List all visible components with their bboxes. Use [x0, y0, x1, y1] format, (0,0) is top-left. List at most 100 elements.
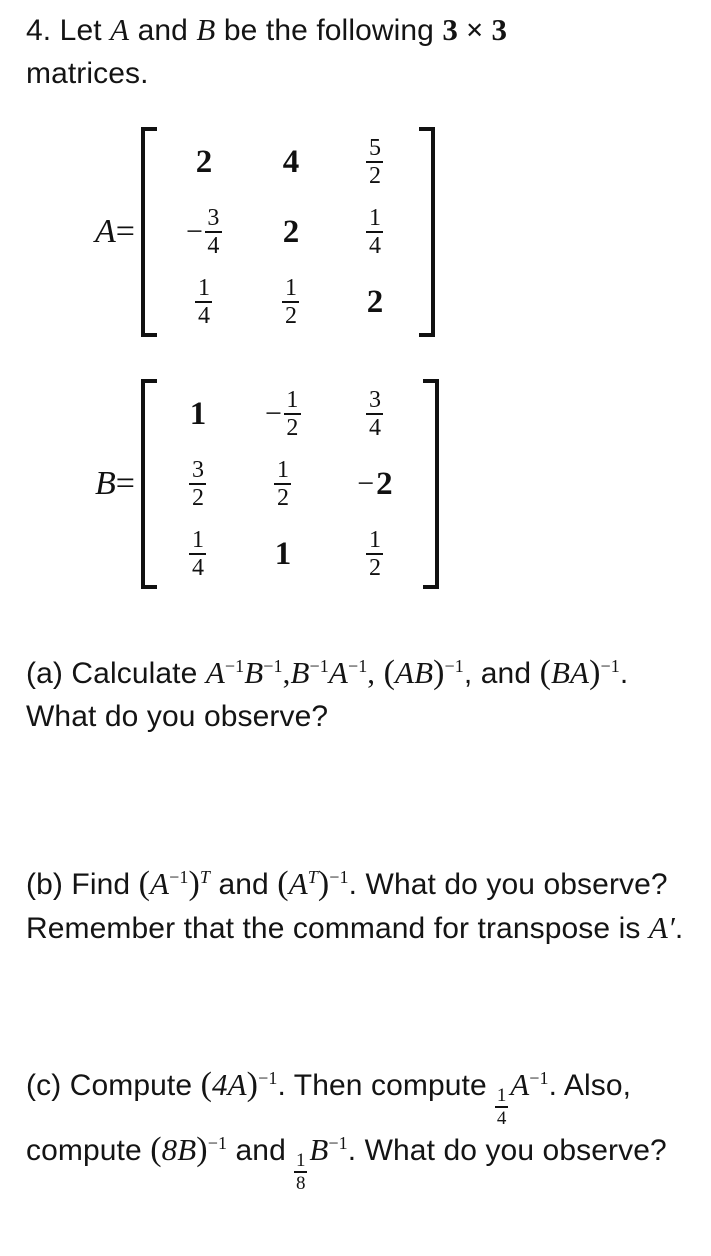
fraction-numerator: 3 [207, 204, 220, 231]
matrix-a-name: A [95, 213, 116, 250]
minus-sign-icon: − [357, 467, 375, 500]
expr-exponent: −1 [347, 656, 368, 676]
part-a-label: (a) [26, 657, 63, 690]
matrix-cell-a32: 1 2 [249, 267, 333, 337]
expr-base: 8B [161, 1132, 197, 1167]
open-paren: ( [138, 865, 151, 902]
fraction-denominator: 8 [296, 1173, 306, 1194]
heading-line2: matrices. [26, 57, 149, 90]
matrix-cell-a21: − 3 4 [159, 197, 249, 267]
part-b-expr-Ainv-transpose: (A−1)T [138, 865, 211, 902]
heading-text-after: be the following [223, 14, 434, 47]
expr-exponent: −1 [258, 1068, 278, 1088]
question-part-c: (c) Compute (4A)−1. Then compute 1 4 A−1. … [26, 1063, 698, 1193]
fraction-denominator: 4 [496, 1108, 507, 1129]
cell-value: 2 [376, 465, 393, 502]
expr-exponent: −1 [224, 656, 245, 676]
part-c-mid3: and [235, 1134, 286, 1167]
matrix-cell-a13: 5 2 [333, 127, 417, 197]
matrix-a-equals: = [115, 213, 135, 250]
fraction-numerator: 1 [276, 456, 289, 483]
matrix-cell-b32: 1 [237, 519, 329, 589]
question-part-b: (b) Find (A−1)T and (AT)−1. What do you … [26, 862, 698, 950]
open-paren: ( [200, 1066, 213, 1103]
part-c-mid1: . Then compute [277, 1069, 487, 1102]
part-b-label: (b) [26, 868, 63, 901]
expr-base: A [510, 1067, 530, 1102]
right-bracket-icon [418, 127, 435, 337]
part-b-transpose-command: A′ [648, 910, 675, 945]
matrix-row: − 3 4 2 1 4 [159, 197, 417, 267]
fraction-numerator: 1 [284, 274, 297, 301]
heading-and: and [137, 14, 188, 47]
minus-sign-icon: − [265, 397, 282, 430]
open-paren: ( [539, 654, 552, 691]
matrix-a-brackets: 2 4 5 2 − 3 4 2 1 4 1 4 1 2 2 [140, 127, 435, 337]
matrix-row: 1 4 1 1 2 [159, 519, 421, 589]
expr-base: A [328, 655, 348, 690]
part-c-expr-eighth-Binv: 1 8 B−1 [294, 1132, 348, 1193]
matrix-cell-b31: 1 4 [159, 519, 237, 589]
expr-base: B [309, 1132, 329, 1167]
matrix-cell-b21: 3 2 [159, 449, 237, 519]
expr-exponent: −1 [207, 1133, 228, 1153]
fraction-numerator: 1 [286, 386, 299, 413]
matrix-b-label: B= [95, 465, 135, 503]
part-c-expr-8Binv: (8B)−1 [150, 1131, 228, 1168]
fraction-numerator: 3 [368, 386, 381, 413]
matrix-row: 1 − 1 2 3 4 [159, 379, 421, 449]
heading-dimensions: 3 × 3 [442, 12, 508, 47]
cell-value: 2 [366, 283, 384, 320]
left-bracket-icon [140, 127, 157, 337]
matrix-row: 1 4 1 2 2 [159, 267, 417, 337]
matrix-cell-a33: 2 [333, 267, 417, 337]
fraction-denominator: 4 [368, 233, 381, 259]
fraction-denominator: 4 [197, 303, 210, 329]
fraction-denominator: 2 [276, 485, 289, 511]
fraction-numerator: 1 [197, 274, 210, 301]
close-paren: ) [317, 865, 330, 902]
part-a-verb: Calculate [71, 657, 198, 690]
expr-exponent: −1 [329, 867, 349, 887]
part-b-expr-Atranspose-inv: (AT)−1 [277, 865, 349, 902]
minus-sign-icon: − [186, 215, 203, 248]
cell-value: 1 [189, 395, 207, 432]
part-a-expr-BinvAinv: B−1A−1 [290, 655, 368, 690]
expr-exponent: T [199, 867, 211, 887]
cell-value: 4 [282, 143, 300, 180]
fraction-denominator: 2 [284, 303, 297, 329]
fraction-denominator: 4 [207, 233, 220, 259]
part-a-and: , and [463, 657, 532, 690]
open-paren: ( [277, 865, 289, 902]
expr-base: AB [395, 655, 434, 690]
fraction-numerator: 1 [368, 526, 381, 553]
close-paren: ) [433, 654, 445, 691]
expr-base: 4A [212, 1067, 247, 1102]
part-b-verb: Find [71, 868, 131, 901]
fraction-one-eighth: 18 [294, 1151, 308, 1194]
heading-var-b: B [196, 12, 216, 47]
close-paren: ) [589, 654, 601, 691]
part-a-expr-AinvBinv: A−1B−1 [206, 655, 283, 690]
left-bracket-icon [140, 379, 157, 589]
part-b-and: and [218, 868, 269, 901]
cell-value: 2 [282, 213, 300, 250]
matrix-a-label: A= [95, 213, 135, 251]
heading-text-before: Let [59, 14, 102, 47]
expr-exponent: −1 [444, 656, 464, 676]
close-paren: ) [246, 1066, 259, 1103]
cell-value: 2 [195, 143, 213, 180]
matrix-cell-a12: 4 [249, 127, 333, 197]
matrix-cell-b33: 1 2 [329, 519, 421, 589]
fraction-numerator: 1 [368, 204, 381, 231]
open-paren: ( [383, 654, 396, 691]
part-c-label: (c) [26, 1069, 62, 1102]
matrix-b-grid: 1 − 1 2 3 4 3 2 1 2 − 2 1 4 1 1 2 [159, 379, 421, 589]
matrix-a-grid: 2 4 5 2 − 3 4 2 1 4 1 4 1 2 2 [159, 127, 417, 337]
matrix-b-equals: = [115, 465, 135, 502]
matrix-cell-a22: 2 [249, 197, 333, 267]
worksheet-page: 4. Let A and B be the following 3 × 3 ma… [0, 0, 711, 1256]
close-paren: ) [188, 865, 200, 902]
cell-value: 1 [274, 535, 292, 572]
part-a-comma-2: , [367, 655, 376, 690]
